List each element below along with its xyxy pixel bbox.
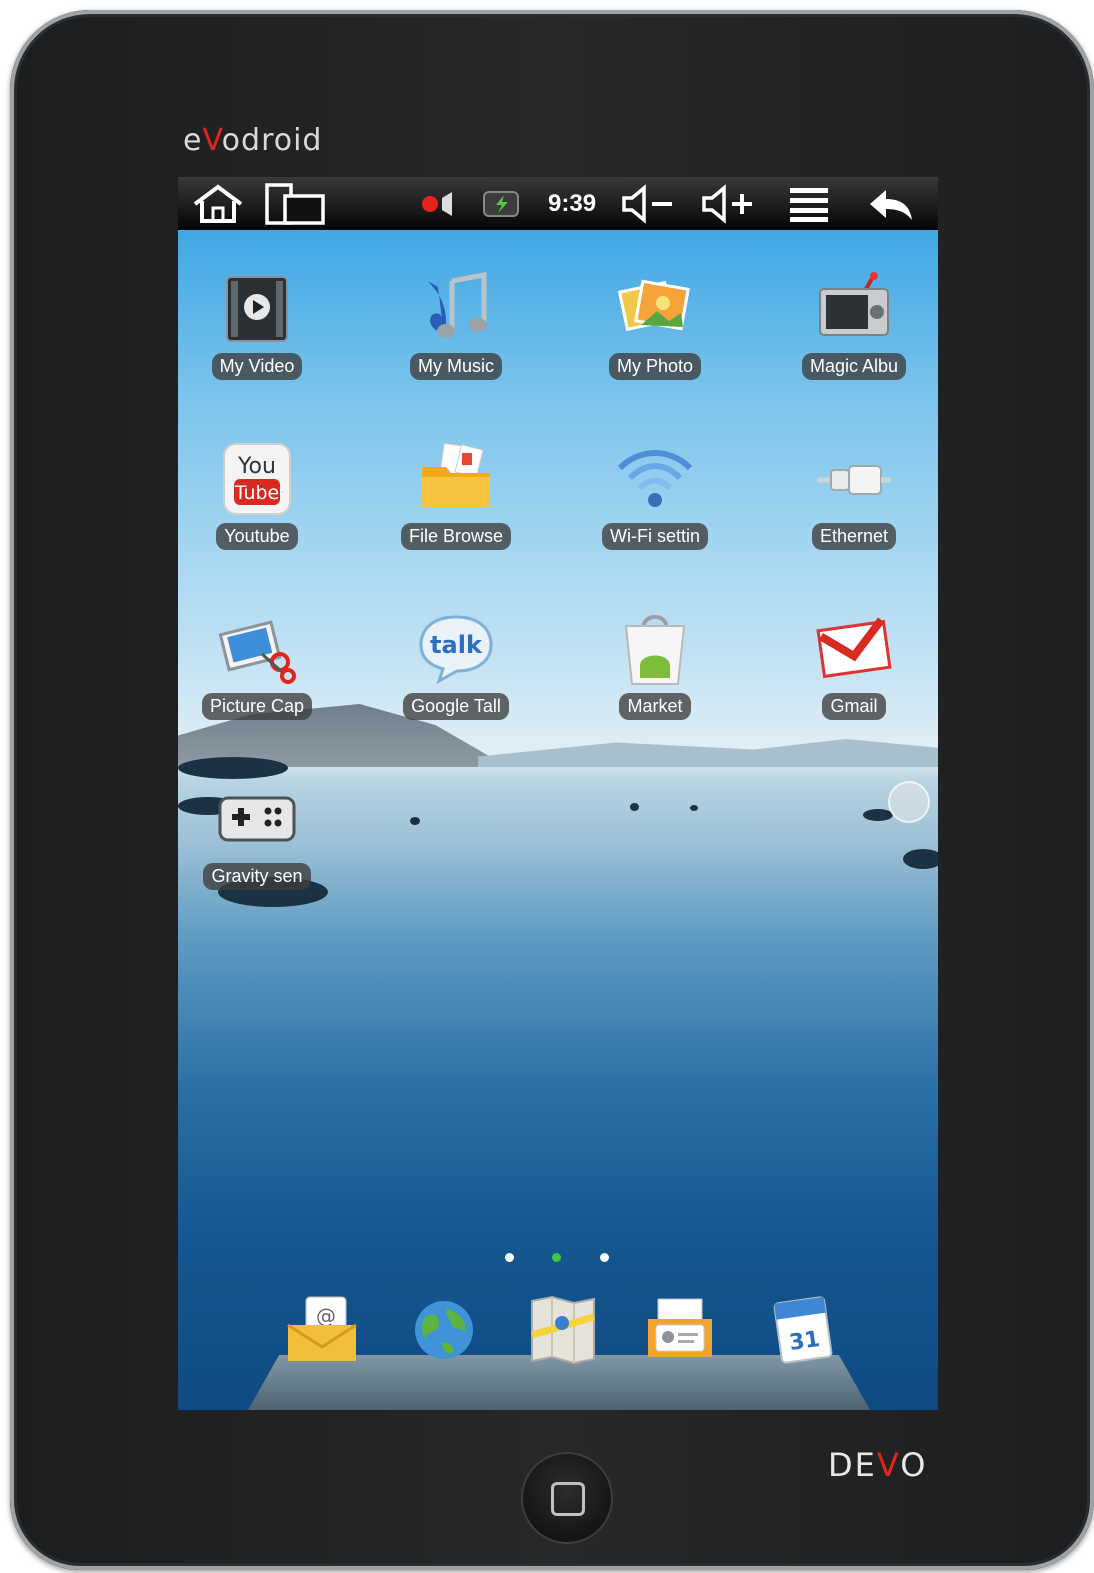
- wallpaper-hill: [478, 739, 938, 767]
- wallpaper-rock: [903, 849, 938, 869]
- page-dot-2-active[interactable]: [552, 1253, 561, 1262]
- calendar-icon[interactable]: 31: [765, 1292, 841, 1368]
- wallpaper-rock: [178, 757, 288, 779]
- devo-logo: DEVO: [828, 1446, 928, 1484]
- svg-text:talk: talk: [430, 631, 483, 659]
- svg-text:31: 31: [788, 1327, 822, 1356]
- wifi-icon: [615, 439, 695, 519]
- launcher-drawer-handle[interactable]: [888, 781, 930, 823]
- browser-globe-icon[interactable]: [406, 1292, 482, 1368]
- app-file-browser[interactable]: File Browse: [381, 439, 531, 550]
- app-market[interactable]: Market: [580, 609, 730, 720]
- video-icon: [217, 269, 297, 349]
- gamepad-icon: [217, 779, 297, 859]
- recording-icon: [416, 183, 466, 225]
- evodroid-logo: eVodroid: [183, 123, 323, 158]
- page-dot-3[interactable]: [600, 1253, 609, 1262]
- svg-text:Tube: Tube: [234, 482, 280, 504]
- page-dot-1[interactable]: [505, 1253, 514, 1262]
- home-screen: 9:39 My Video My Music My Photo Magic Al…: [178, 177, 938, 1410]
- app-magic-album[interactable]: Magic Albu: [779, 269, 929, 380]
- home-icon[interactable]: [188, 183, 248, 225]
- google-talk-icon: talk: [416, 609, 496, 689]
- app-my-music[interactable]: My Music: [381, 269, 531, 380]
- youtube-icon: You Tube: [217, 439, 297, 519]
- app-my-video[interactable]: My Video: [182, 269, 332, 380]
- menu-icon[interactable]: [782, 183, 836, 225]
- app-google-talk[interactable]: talk Google Tall: [381, 609, 531, 720]
- volume-down-icon[interactable]: [616, 183, 678, 225]
- wallpaper-rock: [410, 817, 420, 825]
- magic-album-icon: [814, 269, 894, 349]
- svg-text:You: You: [237, 454, 276, 479]
- app-gmail[interactable]: Gmail: [779, 609, 929, 720]
- app-youtube[interactable]: You Tube Youtube: [182, 439, 332, 550]
- photo-icon: [615, 269, 695, 349]
- battery-icon: [478, 183, 524, 225]
- wallpaper-rock: [863, 809, 893, 821]
- maps-icon[interactable]: [525, 1292, 601, 1368]
- folder-icon: [416, 439, 496, 519]
- back-icon[interactable]: [860, 183, 922, 225]
- music-icon: [416, 269, 496, 349]
- app-my-photo[interactable]: My Photo: [580, 269, 730, 380]
- app-ethernet[interactable]: Ethernet: [779, 439, 929, 550]
- hardware-home-button[interactable]: [523, 1454, 611, 1542]
- page-indicator: [503, 1253, 613, 1265]
- clock: 9:39: [548, 190, 597, 217]
- app-gravity-sensor[interactable]: Gravity sen: [182, 779, 332, 890]
- svg-text:@: @: [316, 1304, 336, 1328]
- email-icon[interactable]: @: [284, 1292, 360, 1368]
- wallpaper-rock: [630, 803, 639, 811]
- app-wifi-settings[interactable]: Wi-Fi settin: [580, 439, 730, 550]
- recent-apps-icon[interactable]: [264, 183, 328, 225]
- volume-up-icon[interactable]: [696, 183, 758, 225]
- system-bar: 9:39: [178, 177, 938, 230]
- market-icon: [615, 609, 695, 689]
- app-picture-capture[interactable]: Picture Cap: [182, 609, 332, 720]
- ethernet-icon: [814, 439, 894, 519]
- wallpaper-rock: [690, 805, 698, 811]
- gmail-icon: [814, 609, 894, 689]
- picture-capture-icon: [217, 609, 297, 689]
- contacts-icon[interactable]: [642, 1292, 718, 1368]
